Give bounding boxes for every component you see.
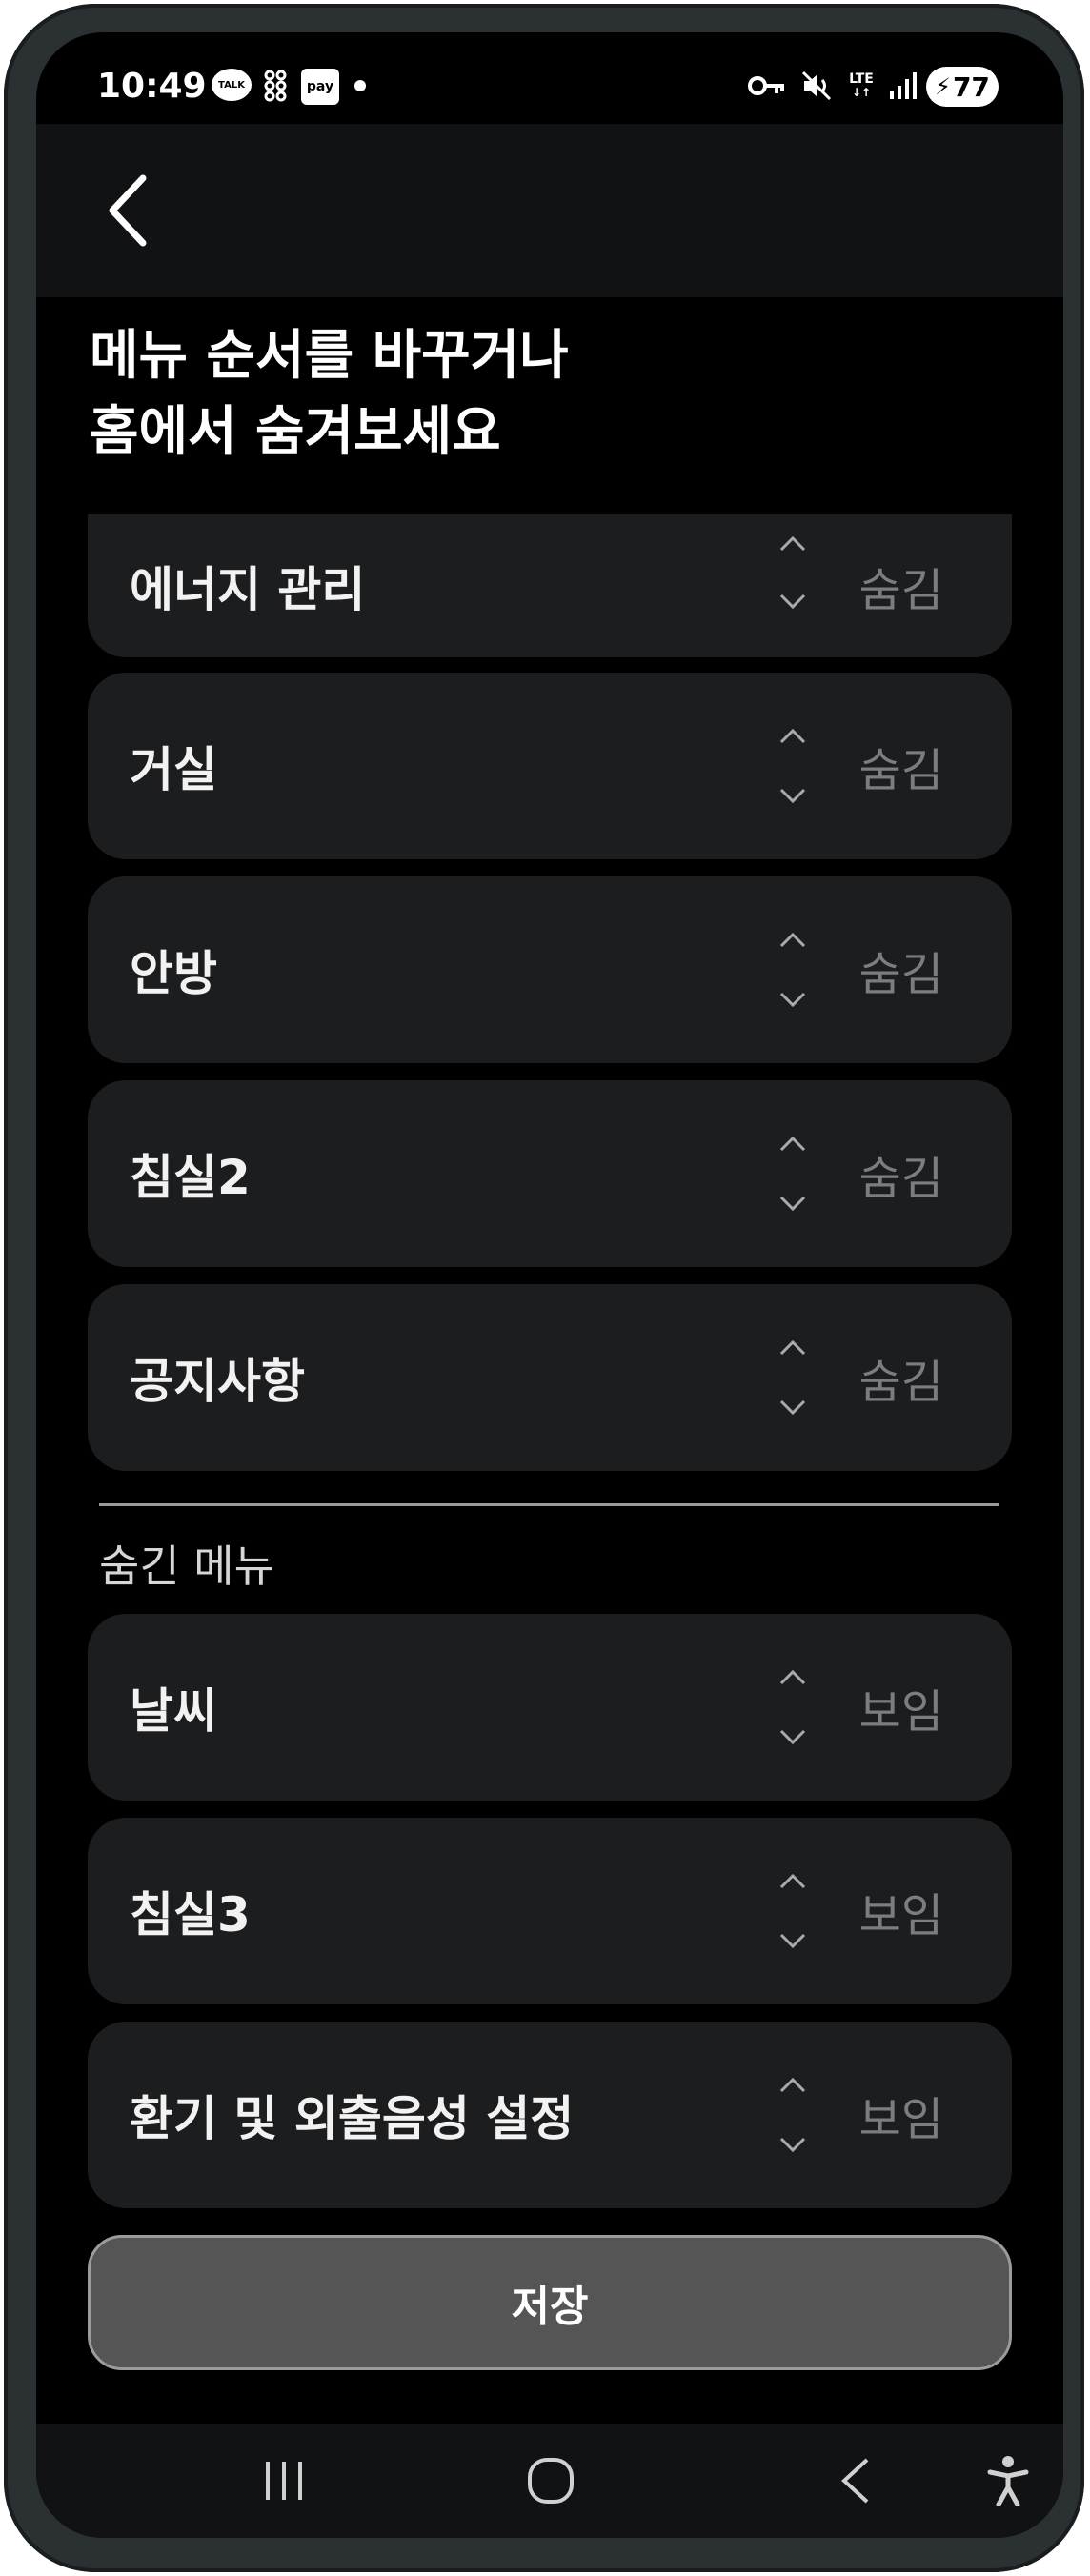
accessibility-icon [987,2456,1029,2506]
charging-bolt-icon: ⚡ [935,73,951,100]
chevron-up-icon [779,1339,806,1356]
menu-row-label: 거실 [130,742,217,797]
reorder-control [755,1284,831,1471]
data-arrows-icon: ↓↑ [851,86,872,99]
battery-level: 77 [952,70,990,103]
hide-button[interactable]: 숨김 [859,673,943,859]
reorder-control [755,673,831,859]
menu-row-label: 공지사항 [130,1354,305,1409]
page-title-line2: 홈에서 숨겨보세요 [90,401,501,463]
reorder-control [755,876,831,1063]
reorder-control [755,514,831,657]
move-up-button[interactable] [755,1120,831,1168]
chevron-up-icon [779,1669,806,1685]
mute-icon [798,69,835,103]
reorder-control [755,2022,831,2208]
show-button[interactable]: 보임 [859,1818,943,2004]
move-down-button[interactable] [755,577,831,625]
hidden-menu-row[interactable]: 침실3 보임 [88,1818,1012,2004]
chevron-up-icon [779,1136,806,1152]
battery-icon: ⚡ 77 [926,67,999,107]
chevron-up-icon [779,932,806,948]
show-button[interactable]: 보임 [859,1614,943,1801]
nav-back-button[interactable] [808,2443,903,2519]
menu-row-label: 안방 [130,946,217,1001]
chevron-up-icon [779,1873,806,1889]
move-down-button[interactable] [755,1179,831,1227]
show-button[interactable]: 보임 [859,2022,943,2208]
move-up-button[interactable] [755,520,831,568]
hidden-menu-section-label: 숨긴 메뉴 [99,1540,274,1592]
lte-label: LTE [849,71,874,87]
chevron-down-icon [779,594,806,610]
status-bar: 10:49 TALK pay LTE ↓↑ ⚡ 77 [36,32,1063,124]
chevron-up-icon [779,728,806,744]
move-down-button[interactable] [755,1713,831,1761]
reorder-control [755,1080,831,1267]
section-divider [99,1503,999,1506]
reorder-control [755,1614,831,1801]
recents-icon [266,2462,302,2500]
chevron-down-icon [779,1933,806,1949]
signal-icon [884,69,922,103]
menu-row[interactable]: 공지사항 숨김 [88,1284,1012,1471]
move-up-button[interactable] [755,2062,831,2109]
hidden-menu-row[interactable]: 환기 및 외출음성 설정 보임 [88,2022,1012,2208]
chevron-down-icon [779,992,806,1008]
chevron-up-icon [779,2077,806,2093]
save-button[interactable]: 저장 [88,2235,1012,2370]
hide-button[interactable]: 숨김 [859,1284,943,1471]
hide-button[interactable]: 숨김 [859,1080,943,1267]
system-nav-bar [36,2424,1063,2538]
move-down-button[interactable] [755,1917,831,1964]
notification-dot-icon [354,80,366,91]
chevron-down-icon [779,1399,806,1416]
menu-row-label: 침실2 [130,1150,251,1205]
pay-icon: pay [301,69,339,105]
chevron-down-icon [779,788,806,804]
move-down-button[interactable] [755,2121,831,2168]
device-frame: 10:49 TALK pay LTE ↓↑ ⚡ 77 메뉴 순서를 바꾸거나 홈… [4,4,1084,2572]
back-arrow-icon [109,174,147,247]
screen: 10:49 TALK pay LTE ↓↑ ⚡ 77 메뉴 순서를 바꾸거나 홈… [36,32,1063,2538]
move-down-button[interactable] [755,1383,831,1431]
menu-row[interactable]: 안방 숨김 [88,876,1012,1063]
menu-row[interactable]: 거실 숨김 [88,673,1012,859]
hidden-menu-row[interactable]: 날씨 보임 [88,1614,1012,1801]
chevron-up-icon [779,535,806,552]
chevron-down-icon [779,1196,806,1212]
hide-button[interactable]: 숨김 [859,514,943,657]
home-button[interactable] [503,2443,598,2519]
menu-row-label: 환기 및 외출음성 설정 [130,2091,575,2146]
move-up-button[interactable] [755,1324,831,1372]
page-title: 메뉴 순서를 바꾸거나 홈에서 숨겨보세요 [90,318,569,471]
status-time: 10:49 [97,67,207,106]
chevron-down-icon [779,1729,806,1745]
menu-row-label: 날씨 [130,1683,217,1739]
menu-row-label: 에너지 관리 [130,562,366,617]
reorder-control [755,1818,831,2004]
hide-button[interactable]: 숨김 [859,876,943,1063]
move-down-button[interactable] [755,772,831,819]
nav-back-icon [841,2458,869,2504]
move-up-button[interactable] [755,1654,831,1701]
move-up-button[interactable] [755,1858,831,1905]
app-notification-icon [261,69,290,103]
menu-row[interactable]: 에너지 관리 숨김 [88,514,1012,657]
kakaotalk-icon: TALK [212,69,252,101]
move-down-button[interactable] [755,976,831,1023]
recents-button[interactable] [236,2443,332,2519]
chevron-down-icon [779,2137,806,2153]
move-up-button[interactable] [755,916,831,964]
home-icon [528,2458,574,2504]
menu-row[interactable]: 침실2 숨김 [88,1080,1012,1267]
page-title-line1: 메뉴 순서를 바꾸거나 [90,325,569,387]
app-header [36,124,1063,297]
menu-row-label: 침실3 [130,1887,251,1942]
back-button[interactable] [84,158,170,263]
move-up-button[interactable] [755,713,831,760]
lte-icon: LTE ↓↑ [842,69,880,103]
vpn-key-icon [747,69,787,103]
accessibility-button[interactable] [970,2443,1046,2519]
